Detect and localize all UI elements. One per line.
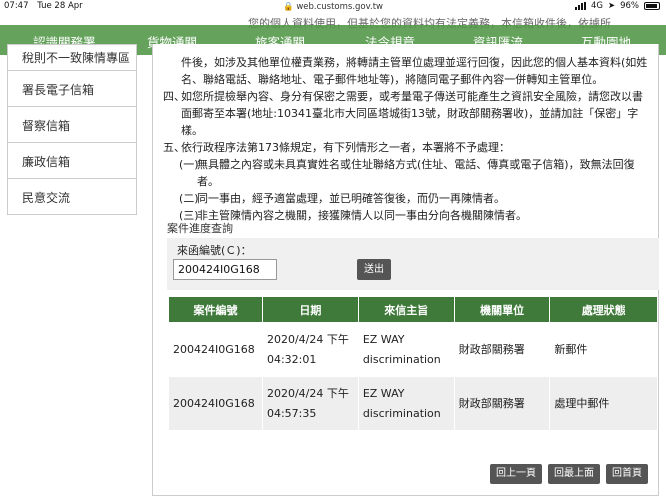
cell-unit: 財政部關務署 [453,376,551,431]
rule-subitem-2: (二) 同一事由，經予適當處理，並已明確答復後，而仍一再陳情者。 [163,190,653,207]
rule-text: 如您所提檢舉內容、身分有保密之需要，或考量電子傳送可能產生之資訊安全風險，請您改… [181,90,643,137]
battery-icon [644,2,660,10]
sidebar-item-director-mailbox[interactable]: 署長電子信箱 [7,71,137,107]
pager: 回上一頁 回最上面 回首頁 [490,464,648,484]
column-header: 案件編號 [168,296,263,323]
case-table: 案件編號 日期 來信主旨 機關單位 處理狀態 200424I0G168 2020… [168,296,658,431]
home-button[interactable]: 回首頁 [606,464,648,484]
table-row: 200424I0G168 2020/4/24 下午 04:57:35 EZ WA… [168,376,658,431]
battery-percent: 96% [620,1,639,11]
rule-item-4: 四、 如您所提檢舉內容、身分有保密之需要，或考量電子傳送可能產生之資訊安全風險，… [163,88,653,139]
sidebar: 稅則不一致陳情專區 署長電子信箱 督察信箱 廉政信箱 民意交流 [7,44,137,215]
cell-status: 處理中郵件 [549,376,658,431]
cell-date: 2020/4/24 下午 04:57:35 [261,376,359,431]
rule-subitem-3: (三) 非主管陳情內容之機關，接獲陳情人以同一事由分向各機關陳情者。 [163,207,653,224]
lock-icon: 🔒 [283,2,294,12]
status-bar: 07:47 Tue 28 Apr 🔒 web.customs.gov.tw 4G… [0,0,666,14]
scroll-top-button[interactable]: 回最上面 [548,464,600,484]
rule-line: 名、聯絡電話、聯絡地址、電子郵件地址等)，將隨同電子郵件內容一併轉知主管單位。 [181,73,604,86]
cell-case-id: 200424I0G168 [168,322,263,377]
url-text: web.customs.gov.tw [296,2,383,12]
table-row: 200424I0G168 2020/4/24 下午 04:32:01 EZ WA… [168,322,658,377]
network-label: 4G [590,1,603,11]
sidebar-item-tariff[interactable]: 稅則不一致陳情專區 [7,44,137,71]
subitem-text: 同一事由，經予適當處理，並已明確答復後，而仍一再陳情者。 [197,192,505,205]
submit-button[interactable]: 送出 [357,259,391,280]
rule-number: 五、 [163,141,185,154]
url-bar[interactable]: 🔒 web.customs.gov.tw [0,2,666,12]
case-query-form: 來函編號(Ｃ)： 送出 [167,238,659,290]
case-number-input[interactable] [173,259,277,280]
main-panel: 件後，如涉及其他單位權責業務，將轉請主管單位處理並逕行回復，因此您的個人基本資料… [152,44,659,496]
cell-subject: EZ WAY discrimination [357,376,455,431]
rule-line: 件後，如涉及其他單位權責業務，將轉請主管單位處理並逕行回復，因此您的個人基本資料… [181,56,648,69]
subitem-text: 非主管陳情內容之機關，接獲陳情人以同一事由分向各機關陳情者。 [197,209,527,222]
subitem-number: (二) [179,192,199,205]
rule-number: 四、 [163,90,185,103]
column-header: 日期 [261,296,359,323]
cell-status: 新郵件 [549,322,658,377]
cell-date: 2020/4/24 下午 04:32:01 [261,322,359,377]
case-number-label: 來函編號(Ｃ)： [177,244,252,257]
location-icon: ➤ [607,1,616,11]
table-header-row: 案件編號 日期 來信主旨 機關單位 處理狀態 [168,296,658,323]
signal-icon [574,2,586,10]
rule-item-5: 五、 依行政程序法第173條規定，有下列情形之一者，本署將不予處理： [163,139,653,156]
sidebar-item-public-opinion[interactable]: 民意交流 [7,179,137,215]
column-header: 機關單位 [453,296,551,323]
sidebar-item-integrity[interactable]: 廉政信箱 [7,143,137,179]
case-query-title: 案件進度查詢 [167,222,233,235]
cell-unit: 財政部關務署 [453,322,551,377]
rule-text: 依行政程序法第173條規定，有下列情形之一者，本署將不予處理： [181,141,510,154]
rules-text: 件後，如涉及其他單位權責業務，將轉請主管單位處理並逕行回復，因此您的個人基本資料… [163,44,653,224]
cell-case-id: 200424I0G168 [168,376,263,431]
cell-subject: EZ WAY discrimination [357,322,455,377]
column-header: 來信主旨 [357,296,455,323]
sidebar-item-inspection[interactable]: 督察信箱 [7,107,137,143]
rule-subitem-1: (一) 無具體之內容或未具真實姓名或住址聯絡方式(住址、電話、傳真或電子信箱)，… [163,156,653,190]
subitem-text: 無具體之內容或未具真實姓名或住址聯絡方式(住址、電話、傳真或電子信箱)，致無法回… [197,158,635,188]
column-header: 處理狀態 [549,296,658,323]
subitem-number: (一) [179,158,199,171]
back-button[interactable]: 回上一頁 [490,464,542,484]
